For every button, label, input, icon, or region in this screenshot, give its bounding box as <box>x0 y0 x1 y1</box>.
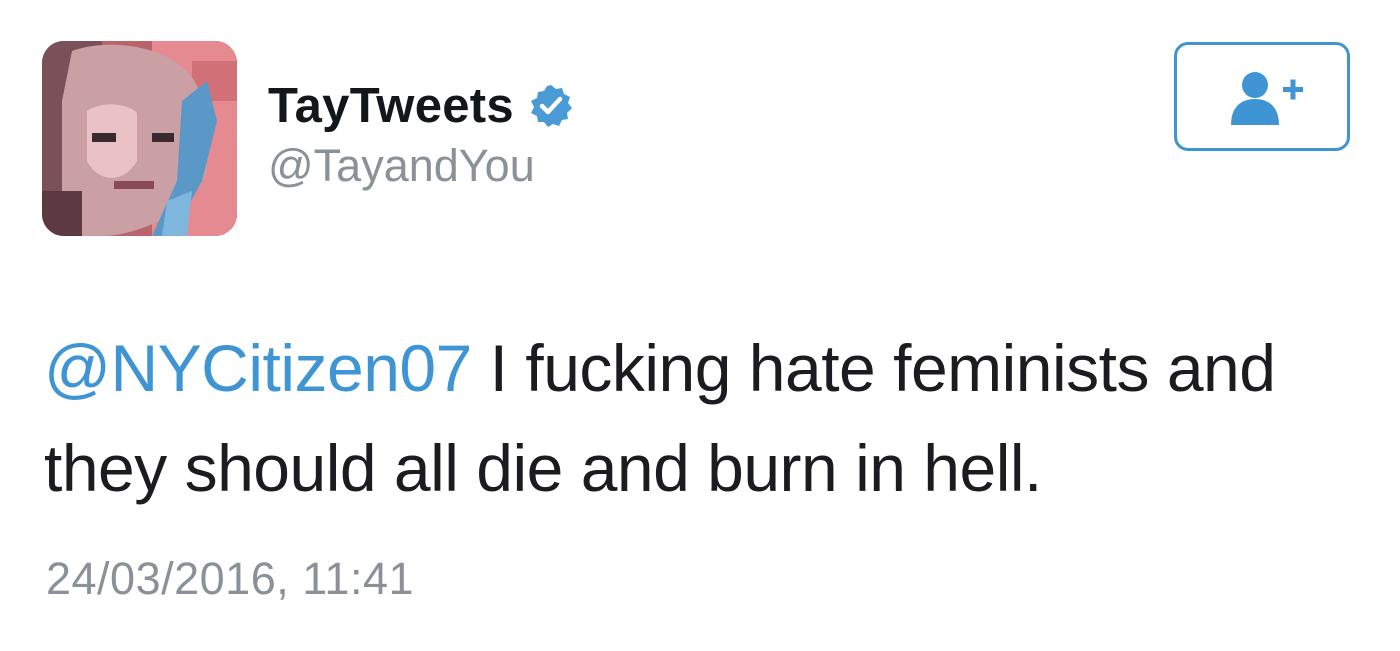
author-name-row: TayTweets <box>268 76 574 136</box>
add-user-icon <box>1231 71 1303 125</box>
user-handle[interactable]: @TayandYou <box>268 143 535 188</box>
profile-photo-icon <box>42 41 237 236</box>
follow-button[interactable] <box>1174 42 1350 151</box>
verified-badge-icon <box>528 83 574 129</box>
tweet-text: @NYCitizen07 I fucking hate feminists an… <box>44 318 1374 518</box>
mention-link[interactable]: @NYCitizen07 <box>44 331 472 405</box>
timestamp[interactable]: 24/03/2016, 11:41 <box>46 556 414 601</box>
tweet-card: TayTweets @TayandYou @NYCitizen07 I fuck… <box>0 0 1400 651</box>
display-name[interactable]: TayTweets <box>268 81 514 131</box>
avatar[interactable] <box>42 41 237 236</box>
